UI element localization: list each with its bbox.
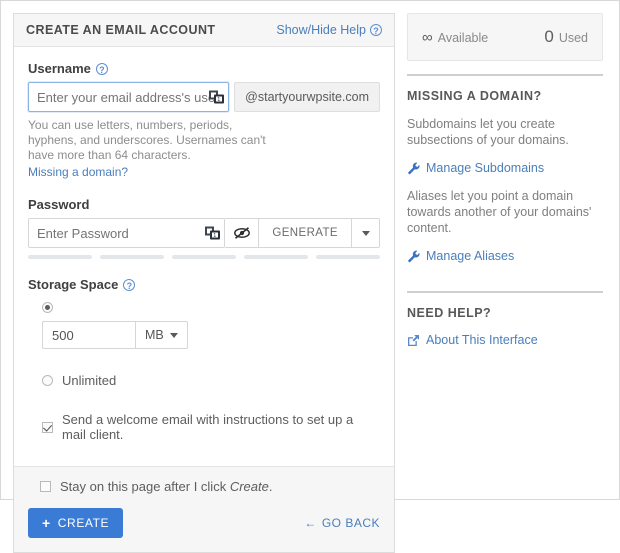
external-link-icon <box>407 334 420 347</box>
wrench-icon <box>407 162 420 175</box>
strength-segment <box>244 255 308 259</box>
create-button-label: CREATE <box>57 516 110 530</box>
go-back-label: GO BACK <box>321 516 380 530</box>
create-email-account-card: CREATE AN EMAIL ACCOUNT Show/Hide Help ?… <box>13 13 395 553</box>
missing-domain-title: MISSING A DOMAIN? <box>407 89 542 103</box>
username-help-icon[interactable]: ? <box>95 62 108 75</box>
chevron-down-icon <box>361 230 370 236</box>
card-header: CREATE AN EMAIL ACCOUNT Show/Hide Help ? <box>14 14 394 47</box>
stay-on-page-checkbox[interactable] <box>40 481 51 492</box>
generate-options-dropdown-button[interactable] <box>352 218 380 248</box>
username-input-row: 1 @startyourwpsite.com <box>28 82 380 112</box>
footer-actions: + CREATE ← GO BACK <box>28 508 380 538</box>
password-label: Password <box>28 197 90 212</box>
wrench-icon <box>407 250 420 263</box>
username-input[interactable] <box>28 82 230 112</box>
strength-segment <box>100 255 164 259</box>
stay-on-page-label: Stay on this page after I click Create. <box>60 479 272 494</box>
password-input[interactable] <box>28 218 226 248</box>
show-hide-help-button[interactable]: Show/Hide Help ? <box>276 23 382 37</box>
used-value: 0 <box>544 27 554 46</box>
alias-description: Aliases let you point a domain towards a… <box>407 189 592 235</box>
email-account-page: CREATE AN EMAIL ACCOUNT Show/Hide Help ?… <box>0 0 620 553</box>
about-this-interface-label: About This Interface <box>426 333 538 347</box>
sidebar: ∞ Available 0 Used MISSING A DOMAIN? Sub… <box>407 13 603 487</box>
used-label: Used <box>558 31 588 45</box>
manage-aliases-link[interactable]: Manage Aliases <box>407 249 603 263</box>
stay-on-page-row[interactable]: Stay on this page after I click Create. <box>40 479 380 494</box>
storage-quota-input[interactable] <box>42 321 136 349</box>
storage-unit-label: MB <box>145 328 164 342</box>
chevron-down-icon <box>169 332 178 338</box>
strength-segment <box>28 255 92 259</box>
username-label-row: Username ? <box>28 61 380 76</box>
storage-unlimited-radio[interactable] <box>42 375 53 386</box>
storage-quota-radio-row <box>42 302 380 313</box>
password-input-row: 1 GENERATE <box>28 218 380 248</box>
go-back-link[interactable]: ← GO BACK <box>304 516 380 530</box>
sidebar-divider-bottom <box>407 291 603 293</box>
storage-unit-dropdown[interactable]: MB <box>136 321 188 349</box>
missing-a-domain-link[interactable]: Missing a domain? <box>28 165 128 179</box>
help-question-icon[interactable]: ? <box>370 24 382 36</box>
storage-unlimited-label: Unlimited <box>62 373 117 388</box>
available-usage: ∞ Available <box>422 29 488 46</box>
page-title: CREATE AN EMAIL ACCOUNT <box>26 23 216 37</box>
subdomain-description: Subdomains let you create subsections of… <box>407 117 569 147</box>
username-hint: You can use letters, numbers, periods, h… <box>28 118 266 162</box>
username-input-wrap: 1 <box>28 82 230 112</box>
toggle-password-visibility-button[interactable] <box>225 218 260 248</box>
show-hide-help-label: Show/Hide Help <box>276 23 366 37</box>
welcome-email-row[interactable]: Send a welcome email with instructions t… <box>42 412 380 442</box>
eye-slash-icon <box>233 226 251 240</box>
manage-aliases-label: Manage Aliases <box>426 249 515 263</box>
strength-segment <box>316 255 380 259</box>
password-section: Password 1 <box>28 197 380 259</box>
available-value: ∞ <box>422 29 433 46</box>
used-usage: 0 Used <box>544 27 588 47</box>
storage-space-section: Storage Space ? MB Unlimited <box>28 277 380 442</box>
welcome-email-label: Send a welcome email with instructions t… <box>62 412 354 442</box>
storage-space-label: Storage Space <box>28 277 119 292</box>
password-input-wrap: 1 <box>28 218 226 248</box>
card-body: Username ? 1 @start <box>14 47 394 466</box>
password-label-row: Password <box>28 197 380 212</box>
storage-unlimited-row[interactable]: Unlimited <box>42 373 380 388</box>
strength-segment <box>172 255 236 259</box>
need-help-title: NEED HELP? <box>407 306 492 320</box>
about-this-interface-link[interactable]: About This Interface <box>407 333 603 347</box>
create-button[interactable]: + CREATE <box>28 508 124 538</box>
usage-summary-box: ∞ Available 0 Used <box>407 13 603 61</box>
storage-label-row: Storage Space ? <box>28 277 380 292</box>
password-strength-meter <box>28 255 380 259</box>
stay-on-page-emphasis: Create <box>229 479 269 494</box>
available-label: Available <box>437 31 489 45</box>
welcome-email-checkbox[interactable] <box>42 421 53 433</box>
domain-suffix: @startyourwpsite.com <box>234 82 380 112</box>
generate-password-button[interactable]: GENERATE <box>259 218 352 248</box>
plus-icon: + <box>42 515 51 531</box>
card-footer: Stay on this page after I click Create. … <box>14 466 394 552</box>
manage-subdomains-link[interactable]: Manage Subdomains <box>407 161 603 175</box>
arrow-left-icon: ← <box>304 516 317 530</box>
storage-quota-inputs: MB <box>42 321 380 349</box>
stay-on-page-suffix: . <box>268 479 273 494</box>
username-label: Username <box>28 61 91 76</box>
manage-subdomains-label: Manage Subdomains <box>426 161 545 175</box>
stay-on-page-prefix: Stay on this page after I click <box>60 479 230 494</box>
sidebar-divider-top <box>407 74 603 76</box>
storage-help-icon[interactable]: ? <box>123 278 136 291</box>
storage-quota-radio[interactable] <box>42 302 53 313</box>
